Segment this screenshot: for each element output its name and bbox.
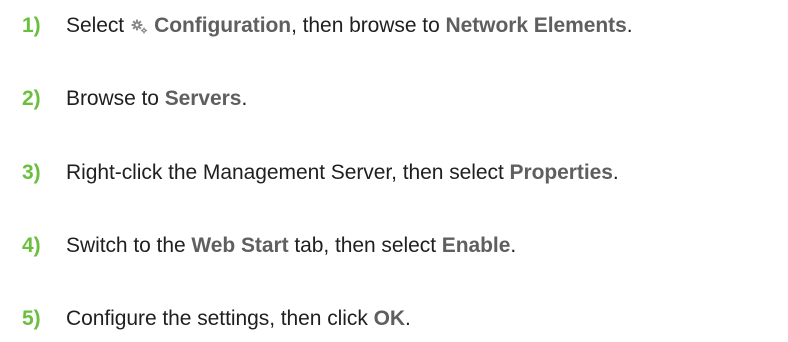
step-number: 3) <box>22 161 41 184</box>
step-text-part: Select <box>66 14 125 37</box>
step-number: 2) <box>22 87 41 110</box>
step-2: 2) Browse to Servers. <box>22 84 788 114</box>
step-5: 5) Configure the settings, then click OK… <box>22 304 788 334</box>
step-4: 4) Switch to the Web Start tab, then sel… <box>22 231 788 261</box>
gear-icon <box>131 19 148 34</box>
step-text: Right-click the Management Server, then … <box>66 161 619 185</box>
step-text-part: , then browse to <box>291 14 446 37</box>
step-number: 4) <box>22 234 41 257</box>
step-text-part: . <box>626 14 633 37</box>
step-text-part: tab, then select <box>288 234 442 257</box>
menu-term-network-elements: Network Elements <box>445 14 627 37</box>
step-text: Configure the settings, then click OK. <box>66 307 411 331</box>
button-term-ok: OK <box>373 307 405 330</box>
option-term-enable: Enable <box>441 234 511 257</box>
step-1: 1) Select Configuration, then browse to … <box>22 11 788 41</box>
step-text: Switch to the Web Start tab, then select… <box>66 234 516 258</box>
step-text-part: . <box>241 87 248 110</box>
step-text-part: Configure the settings, then click <box>66 307 374 330</box>
menu-term-properties: Properties <box>509 161 613 184</box>
step-text-part: . <box>612 161 619 184</box>
step-text-part: . <box>510 234 517 257</box>
menu-term-configuration: Configuration <box>154 14 292 37</box>
step-text: Select Configuration, then browse to Net… <box>66 14 633 38</box>
step-text-part: . <box>405 307 411 330</box>
step-text: Browse to Servers. <box>66 87 247 111</box>
step-text-part: Right-click the Management Server, then … <box>66 161 510 184</box>
instruction-steps: 1) Select Configuration, then browse to … <box>0 0 788 342</box>
menu-term-servers: Servers <box>164 87 242 110</box>
step-number: 5) <box>22 307 41 330</box>
step-text-part: Switch to the <box>66 234 192 257</box>
step-text-part: Browse to <box>66 87 165 110</box>
step-number: 1) <box>22 14 41 37</box>
step-3: 3) Right-click the Management Server, th… <box>22 158 788 188</box>
tab-term-web-start: Web Start <box>191 234 289 257</box>
